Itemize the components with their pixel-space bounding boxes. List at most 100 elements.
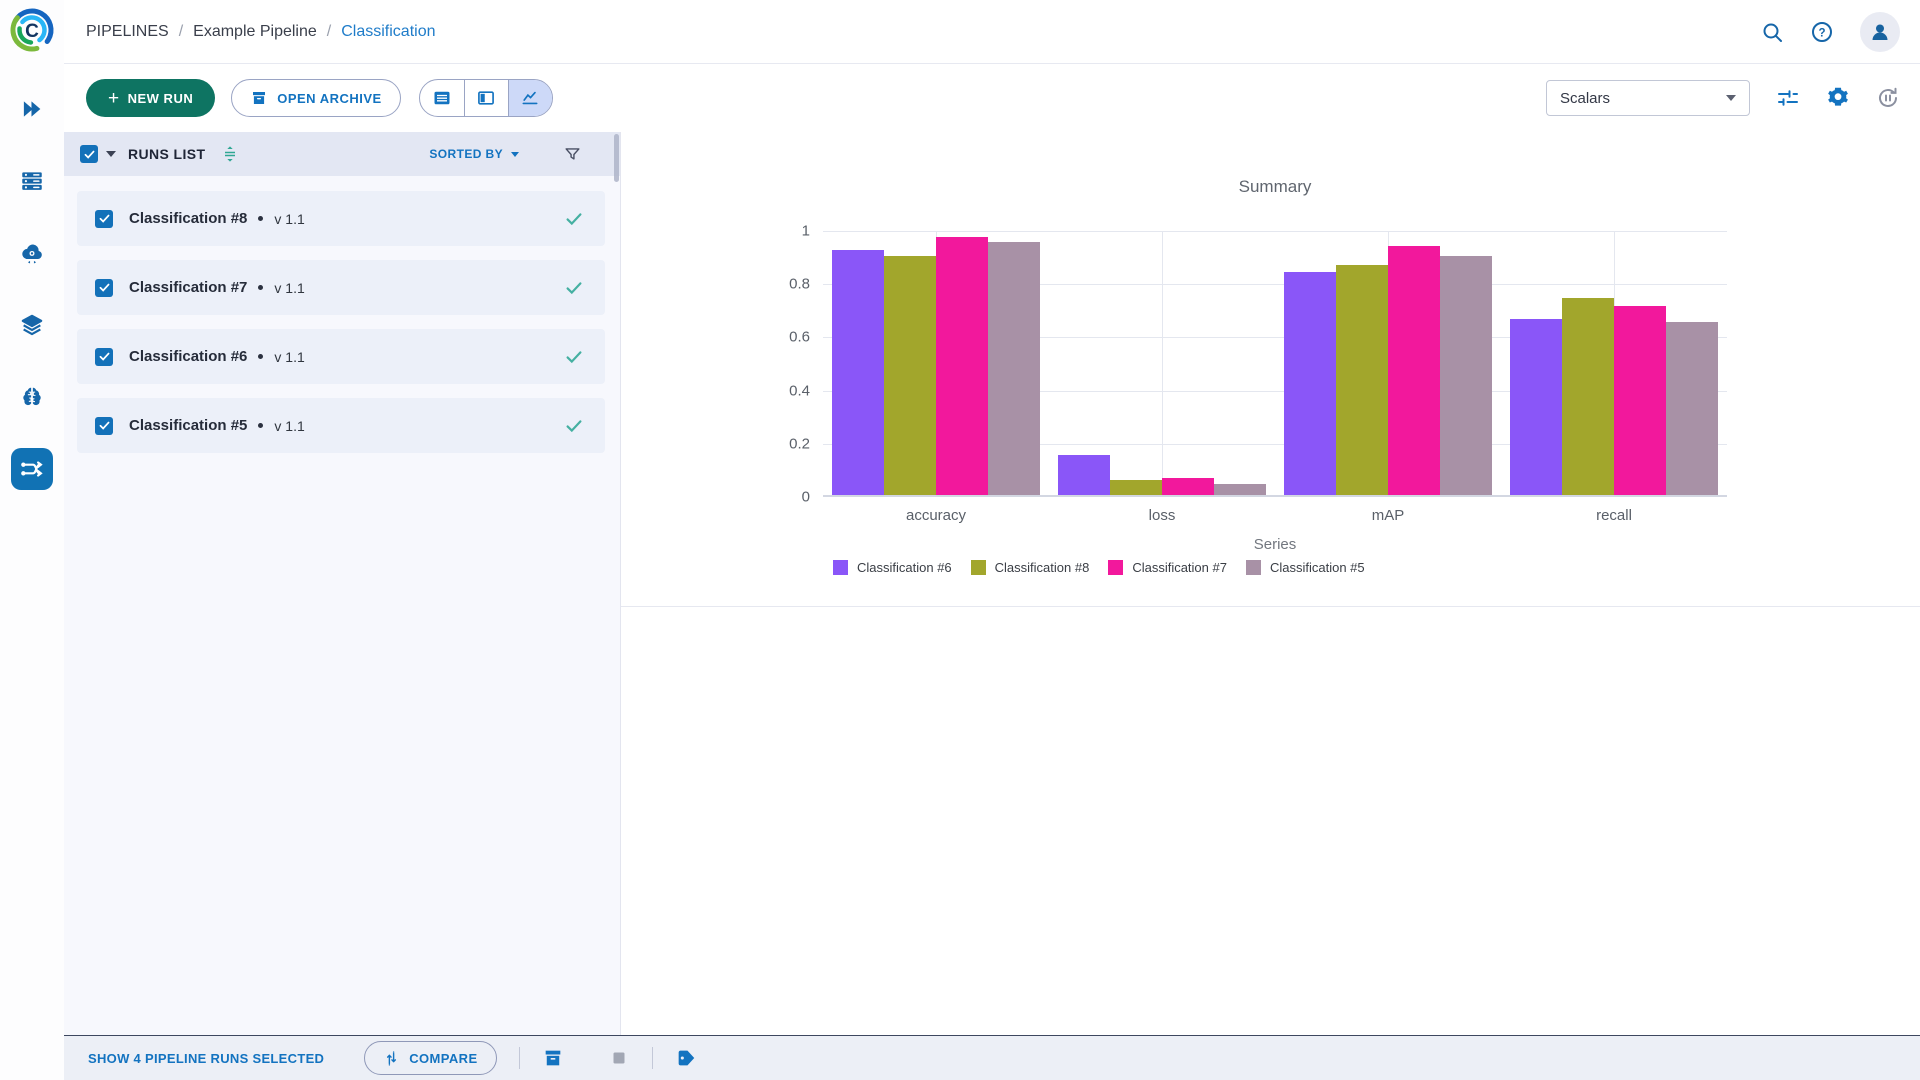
view-mode-chart[interactable]: [508, 80, 552, 116]
chart-bar[interactable]: [1510, 319, 1562, 495]
run-checkbox[interactable]: [95, 417, 113, 435]
chart-legend: Classification #6 Classification #8 Classi…: [833, 560, 1365, 575]
run-version: v 1.1: [274, 349, 304, 365]
chart-bar[interactable]: [1562, 298, 1614, 495]
view-mode-split[interactable]: [464, 80, 508, 116]
view-mode-table[interactable]: [420, 80, 464, 116]
breadcrumb-item[interactable]: Example Pipeline: [193, 23, 317, 41]
archive-action-icon[interactable]: [542, 1047, 564, 1069]
run-separator-dot: [258, 285, 263, 290]
sidebar-item-models[interactable]: [11, 376, 53, 418]
run-row[interactable]: Classification #8 v 1.1: [77, 191, 605, 246]
filter-funnel-icon[interactable]: [563, 145, 582, 164]
chart-bar[interactable]: [1214, 484, 1266, 495]
run-name: Classification #8: [129, 210, 247, 227]
run-row[interactable]: Classification #6 v 1.1: [77, 329, 605, 384]
selection-menu-caret-icon[interactable]: [106, 151, 116, 157]
metric-type-select[interactable]: Scalars: [1546, 80, 1750, 116]
user-avatar[interactable]: [1860, 12, 1900, 52]
chart-bar[interactable]: [1336, 265, 1388, 495]
sort-icon[interactable]: [220, 144, 240, 164]
chart-bar[interactable]: [1284, 272, 1336, 495]
open-archive-button[interactable]: OPEN ARCHIVE: [231, 79, 400, 117]
chart-bar[interactable]: [936, 237, 988, 495]
svg-text:C: C: [25, 21, 39, 42]
sidebar-nav: [0, 88, 64, 490]
clearml-logo[interactable]: C: [8, 6, 56, 54]
chart-bar[interactable]: [988, 242, 1040, 495]
brain-icon: [19, 384, 45, 410]
runs-list-header: RUNS LIST SORTED BY: [64, 132, 620, 176]
selection-count-label[interactable]: SHOW 4 PIPELINE RUNS SELECTED: [88, 1051, 324, 1066]
sorted-by-control[interactable]: SORTED BY: [429, 147, 519, 161]
run-status-completed-icon: [563, 415, 585, 437]
summary-plot[interactable]: 00.20.40.60.81accuracylossmAPrecall: [823, 231, 1727, 497]
legend-entry[interactable]: Classification #8: [971, 560, 1090, 575]
chart-bar[interactable]: [1614, 306, 1666, 495]
chart-bar[interactable]: [884, 256, 936, 495]
run-name: Classification #7: [129, 279, 247, 296]
legend-entry[interactable]: Classification #6: [833, 560, 952, 575]
legend-label: Classification #5: [1270, 560, 1365, 575]
new-run-label: NEW RUN: [128, 91, 194, 106]
check-icon: [98, 350, 111, 363]
sidebar-item-datasets[interactable]: [11, 304, 53, 346]
y-tick-label: 0.6: [789, 329, 810, 346]
tag-action-icon[interactable]: [675, 1047, 697, 1069]
table-view-icon: [432, 88, 452, 108]
new-run-button[interactable]: + NEW RUN: [86, 79, 215, 117]
run-checkbox[interactable]: [95, 210, 113, 228]
auto-refresh-icon[interactable]: [1876, 86, 1900, 110]
toolbar: + NEW RUN OPEN ARCHIVE Scalars: [64, 64, 1920, 132]
legend-entry[interactable]: Classification #5: [1246, 560, 1365, 575]
legend-title: Series: [823, 536, 1727, 553]
breadcrumb-separator: /: [327, 23, 331, 41]
legend-entry[interactable]: Classification #7: [1108, 560, 1227, 575]
chart-bar[interactable]: [1388, 246, 1440, 495]
chart-bar[interactable]: [832, 250, 884, 495]
cloud-gear-icon: [19, 240, 45, 266]
x-gridline: [1162, 231, 1163, 495]
selection-footer: SHOW 4 PIPELINE RUNS SELECTED COMPARE: [64, 1035, 1920, 1080]
legend-label: Classification #7: [1132, 560, 1227, 575]
abort-action-icon: [608, 1047, 630, 1069]
check-icon: [98, 212, 111, 225]
breadcrumb-item[interactable]: Classification: [341, 23, 435, 41]
chart-bar[interactable]: [1058, 455, 1110, 495]
run-name: Classification #5: [129, 417, 247, 434]
sidebar-item-projects[interactable]: [11, 88, 53, 130]
tune-icon[interactable]: [1776, 86, 1800, 110]
compare-icon: [383, 1050, 400, 1067]
footer-divider: [519, 1047, 520, 1069]
open-archive-label: OPEN ARCHIVE: [277, 91, 381, 106]
chart-bar[interactable]: [1162, 478, 1214, 495]
runs-scrollbar[interactable]: [614, 134, 619, 182]
legend-swatch: [833, 560, 848, 575]
sorted-by-caret-icon: [511, 152, 519, 157]
search-icon[interactable]: [1760, 20, 1784, 44]
legend-swatch: [1246, 560, 1261, 575]
server-icon: [19, 168, 45, 194]
run-checkbox[interactable]: [95, 279, 113, 297]
chart-bar[interactable]: [1440, 256, 1492, 495]
x-tick-label: loss: [1149, 507, 1176, 524]
run-checkbox[interactable]: [95, 348, 113, 366]
view-mode-switch: [419, 79, 553, 117]
sidebar-item-pipelines[interactable]: [11, 448, 53, 490]
runs-list: Classification #8 v 1.1 Classification #…: [64, 176, 620, 453]
chart-bar[interactable]: [1110, 480, 1162, 495]
sidebar-item-queues[interactable]: [11, 160, 53, 202]
breadcrumb-item[interactable]: PIPELINES: [86, 23, 169, 41]
archive-icon: [250, 89, 268, 107]
run-row[interactable]: Classification #5 v 1.1: [77, 398, 605, 453]
help-icon[interactable]: ?: [1810, 20, 1834, 44]
select-all-checkbox[interactable]: [80, 145, 98, 163]
run-row[interactable]: Classification #7 v 1.1: [77, 260, 605, 315]
settings-gear-icon[interactable]: [1826, 86, 1850, 110]
sidebar-item-workers[interactable]: [11, 232, 53, 274]
chart-bar[interactable]: [1666, 322, 1718, 495]
compare-button[interactable]: COMPARE: [364, 1041, 496, 1075]
x-tick-label: accuracy: [906, 507, 966, 524]
plus-icon: +: [108, 89, 120, 108]
legend-swatch: [1108, 560, 1123, 575]
